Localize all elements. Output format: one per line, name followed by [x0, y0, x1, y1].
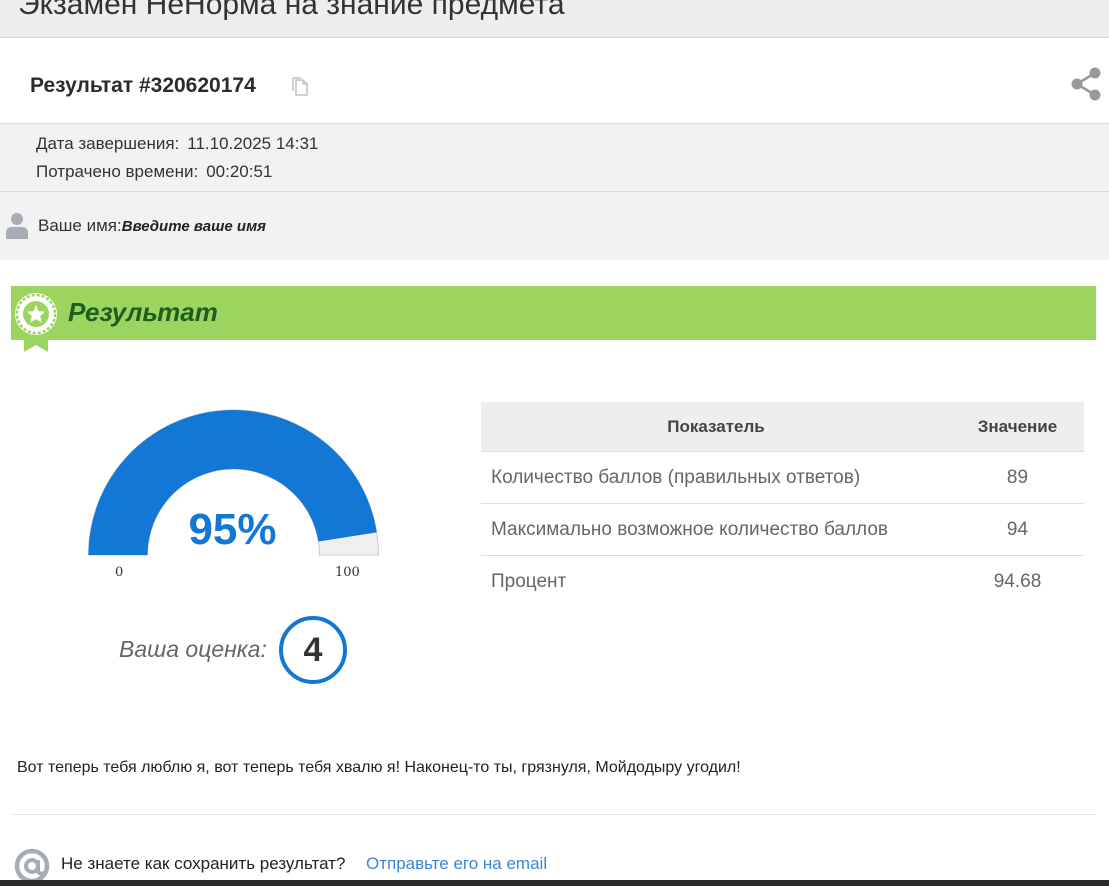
- send-email-link[interactable]: Отправьте его на email: [366, 854, 547, 874]
- user-icon: [6, 213, 28, 239]
- banner-title: Результат: [68, 297, 218, 327]
- divider: [11, 814, 1096, 815]
- table-row: Максимально возможное количество баллов …: [481, 503, 1084, 556]
- save-question: Не знаете как сохранить результат?: [61, 854, 346, 873]
- result-banner: Результат: [11, 286, 1096, 340]
- result-message: Вот теперь тебя люблю я, вот теперь тебя…: [17, 759, 741, 776]
- column-header-value: Значение: [951, 402, 1084, 452]
- column-header-indicator: Показатель: [481, 402, 951, 452]
- row-label: Количество баллов (правильных ответов): [481, 451, 951, 504]
- row-value: 89: [951, 451, 1084, 504]
- time-spent-row: Потрачено времени: 00:20:51: [36, 162, 272, 182]
- score-gauge: [87, 409, 380, 556]
- name-label-text: Ваше имя:: [38, 216, 122, 235]
- share-icon[interactable]: [1070, 67, 1102, 101]
- result-header: Результат #320620174: [0, 38, 1109, 124]
- grade-badge: 4: [279, 616, 347, 684]
- completion-date-row: Дата завершения: 11.10.2025 14:31: [36, 134, 318, 154]
- stats-table: Показатель Значение Количество баллов (п…: [481, 402, 1084, 607]
- table-row: Количество баллов (правильных ответов) 8…: [481, 451, 1084, 504]
- table-header-row: Показатель Значение: [481, 402, 1084, 452]
- result-meta: Дата завершения: 11.10.2025 14:31 Потраче…: [0, 124, 1109, 192]
- name-input[interactable]: Введите ваше имя: [122, 218, 266, 235]
- completion-date-label: Дата завершения:: [36, 134, 180, 153]
- completion-date-value: 11.10.2025 14:31: [187, 134, 319, 153]
- award-badge-icon: [15, 293, 57, 352]
- time-spent-label: Потрачено времени:: [36, 162, 199, 181]
- gauge-value: 95%: [188, 505, 277, 554]
- row-value: 94: [951, 503, 1084, 556]
- exam-title-bar: Экзамен НеНорма на знание предмета: [0, 0, 1109, 38]
- table-row: Процент 94.68: [481, 555, 1084, 607]
- bottom-bar: [0, 880, 1109, 886]
- result-id: Результат #320620174: [30, 74, 256, 97]
- exam-title: Экзамен НеНорма на знание предмета: [18, 0, 565, 21]
- row-label: Процент: [481, 555, 951, 607]
- copy-icon[interactable]: [291, 77, 309, 97]
- name-label: Ваше имя:Введите ваше имя: [38, 216, 266, 236]
- time-spent-value: 00:20:51: [206, 162, 273, 181]
- name-row: Ваше имя:Введите ваше имя: [0, 192, 1109, 260]
- result-page: Экзамен НеНорма на знание предмета Резул…: [0, 0, 1109, 886]
- grade-label: Ваша оценка:: [119, 636, 267, 662]
- row-label: Максимально возможное количество баллов: [481, 503, 951, 556]
- gauge-min: 0: [115, 565, 124, 580]
- row-value: 94.68: [951, 555, 1084, 607]
- gauge-max: 100: [335, 565, 360, 580]
